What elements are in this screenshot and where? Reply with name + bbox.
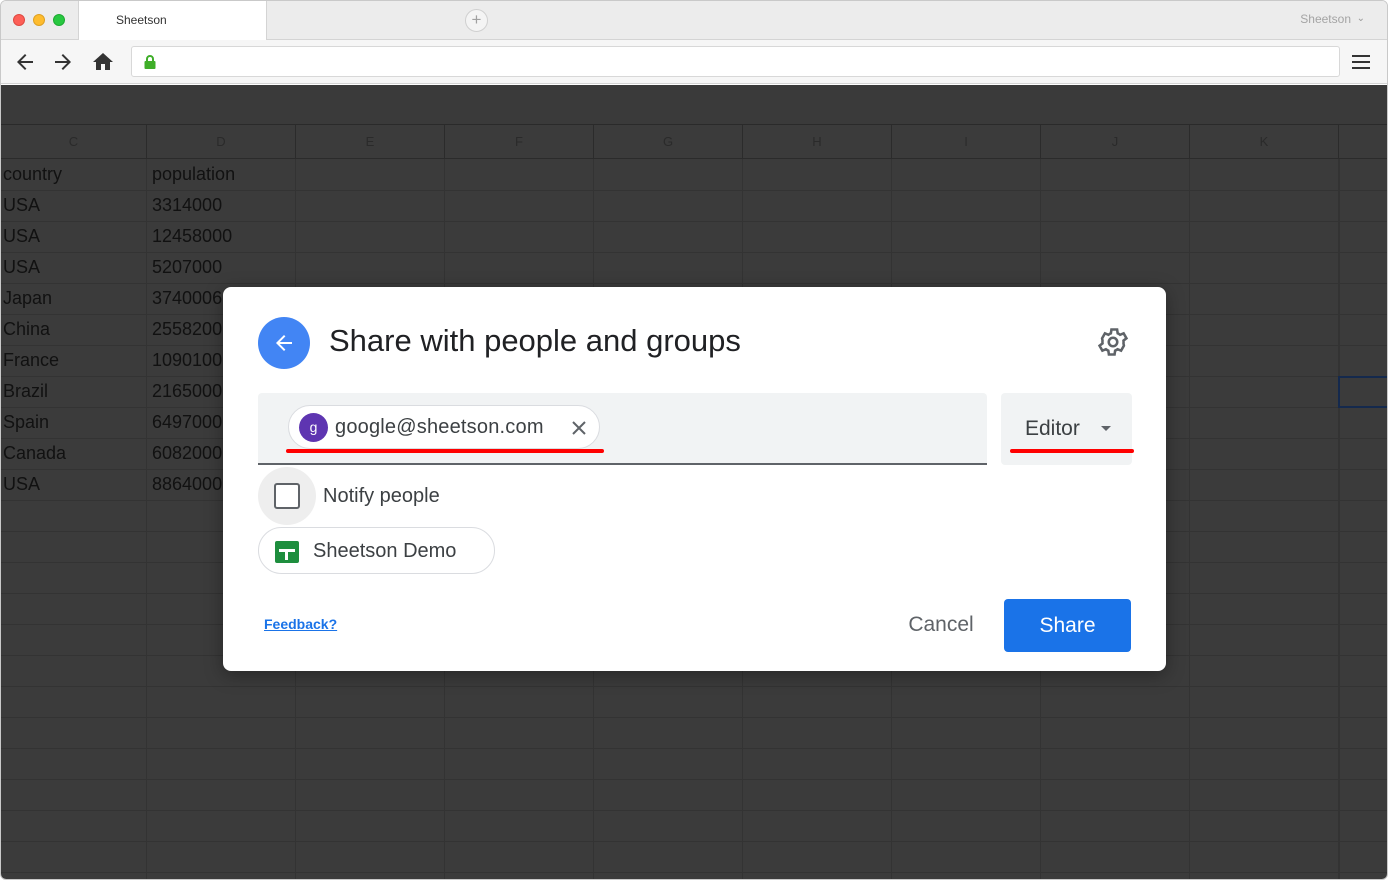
cell-population[interactable]: 3314000 [152,195,222,216]
avatar: g [299,413,328,442]
cell-country[interactable]: Japan [3,288,52,309]
feedback-link[interactable]: Feedback? [264,616,337,632]
grid-line [146,159,147,879]
profile-name[interactable]: Sheetson [1300,12,1351,26]
hamburger-menu-icon[interactable] [1351,51,1371,73]
notify-people-label: Notify people [323,485,440,507]
cell-population[interactable]: 2558200 [152,319,222,340]
dialog-title: Share with people and groups [329,323,741,358]
column-header[interactable]: H [743,125,892,159]
grid-line [1,221,1387,222]
dialog-back-button[interactable] [258,317,310,369]
dropdown-caret-icon [1101,426,1111,431]
grid-line [1,252,1387,253]
back-button[interactable] [13,50,37,74]
cell-country[interactable]: country [3,164,62,185]
cell-country[interactable]: Spain [3,412,49,433]
column-header[interactable]: E [296,125,445,159]
cell-population[interactable]: 3740006 [152,288,222,309]
home-icon [93,53,113,70]
home-button[interactable] [91,50,115,74]
cell-population[interactable]: 2165000 [152,381,222,402]
forward-button[interactable] [51,50,75,74]
grid-line [1,748,1387,749]
cell-country[interactable]: USA [3,195,40,216]
cell-country[interactable]: Canada [3,443,66,464]
sheets-file-icon [275,541,299,563]
new-tab-button[interactable]: + [465,9,488,32]
browser-toolbar [1,40,1387,84]
cancel-button[interactable]: Cancel [889,599,993,651]
cell-country[interactable]: USA [3,474,40,495]
cell-country[interactable]: Brazil [3,381,48,402]
recipient-chip[interactable]: g google@sheetson.com [288,405,600,449]
grid-line [1,190,1387,191]
grid-line [1,841,1387,842]
recipients-input[interactable]: g google@sheetson.com [258,393,987,465]
tab-title: Sheetson [116,13,167,27]
grid-line [1,717,1387,718]
recipient-email: google@sheetson.com [335,416,544,438]
cell-population[interactable]: 5207000 [152,257,222,278]
cell-country[interactable]: France [3,350,59,371]
share-button[interactable]: Share [1004,599,1131,652]
cell-country[interactable]: USA [3,226,40,247]
minimize-window-button[interactable] [33,14,45,26]
cell-country[interactable]: China [3,319,50,340]
cell-population[interactable]: 8864000 [152,474,222,495]
role-label: Editor [1025,417,1080,440]
gear-icon[interactable] [1096,325,1130,359]
forward-arrow-icon [55,54,71,70]
cell-population[interactable]: population [152,164,235,185]
cell-country[interactable]: USA [3,257,40,278]
arrow-left-icon [276,335,292,351]
grid-line [1,686,1387,687]
red-highlight-underline [286,449,604,453]
column-header[interactable]: K [1190,125,1339,159]
cell-population[interactable]: 6497000 [152,412,222,433]
role-dropdown[interactable]: Editor [1001,393,1132,465]
column-header[interactable]: J [1041,125,1190,159]
browser-tab[interactable]: Sheetson [78,1,267,41]
column-header[interactable]: G [594,125,743,159]
cell-population[interactable]: 1090100 [152,350,222,371]
zoom-window-button[interactable] [53,14,65,26]
grid-line [1339,159,1340,879]
share-dialog: Share with people and groups g google@sh… [223,287,1166,671]
close-window-button[interactable] [13,14,25,26]
grid-line [1,810,1387,811]
file-chip[interactable]: Sheetson Demo [258,527,495,574]
title-bar: Sheetson + Sheetson ⌄ [1,1,1387,41]
column-header[interactable]: F [445,125,594,159]
red-highlight-underline [1010,449,1134,453]
column-header[interactable]: D [147,125,296,159]
notify-people-option[interactable]: Notify people [258,467,498,525]
column-header[interactable]: C [1,125,147,159]
file-name: Sheetson Demo [313,540,457,562]
cell-population[interactable]: 6082000 [152,443,222,464]
column-header[interactable] [1339,125,1387,159]
grid-line [1,779,1387,780]
grid-line [1189,159,1190,879]
selected-cell[interactable] [1338,376,1387,408]
notify-people-checkbox[interactable] [274,483,300,509]
close-icon[interactable] [569,418,589,438]
formula-bar-area [1,85,1387,125]
chevron-down-icon[interactable]: ⌄ [1357,13,1365,24]
back-arrow-icon [17,54,33,70]
column-header[interactable]: I [892,125,1041,159]
grid-line [1,872,1387,873]
address-bar[interactable] [131,46,1340,77]
browser-window: Sheetson + Sheetson ⌄ CDEFGHIJ K country… [0,0,1388,880]
lock-icon [144,55,156,69]
cell-population[interactable]: 12458000 [152,226,232,247]
grid-line [1,283,1387,284]
